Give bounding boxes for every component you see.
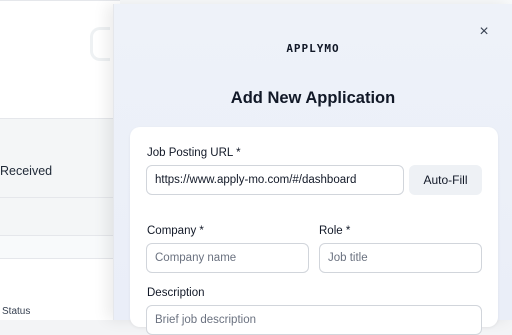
- company-input[interactable]: [146, 243, 309, 273]
- background-divider: [0, 197, 120, 198]
- role-label: Role *: [319, 225, 351, 237]
- description-label: Description: [147, 287, 205, 299]
- role-input[interactable]: [319, 243, 482, 273]
- background-card-top: [0, 0, 120, 118]
- job-url-input[interactable]: [146, 165, 404, 195]
- application-form: Job Posting URL * Auto-Fill Company * Ro…: [130, 127, 498, 335]
- add-application-modal: × APPLYMO Add New Application Job Postin…: [113, 4, 512, 335]
- background-button-outline: [90, 27, 110, 61]
- company-label: Company *: [147, 225, 204, 237]
- background-status-header: Status: [2, 306, 31, 317]
- modal-title: Add New Application: [230, 89, 396, 107]
- job-url-label: Job Posting URL *: [147, 147, 241, 159]
- close-icon[interactable]: ×: [476, 24, 492, 40]
- applymo-logo: APPLYMO: [286, 42, 340, 55]
- background-received-text: Received: [0, 164, 53, 178]
- description-input[interactable]: [146, 305, 482, 335]
- auto-fill-button[interactable]: Auto-Fill: [409, 165, 482, 195]
